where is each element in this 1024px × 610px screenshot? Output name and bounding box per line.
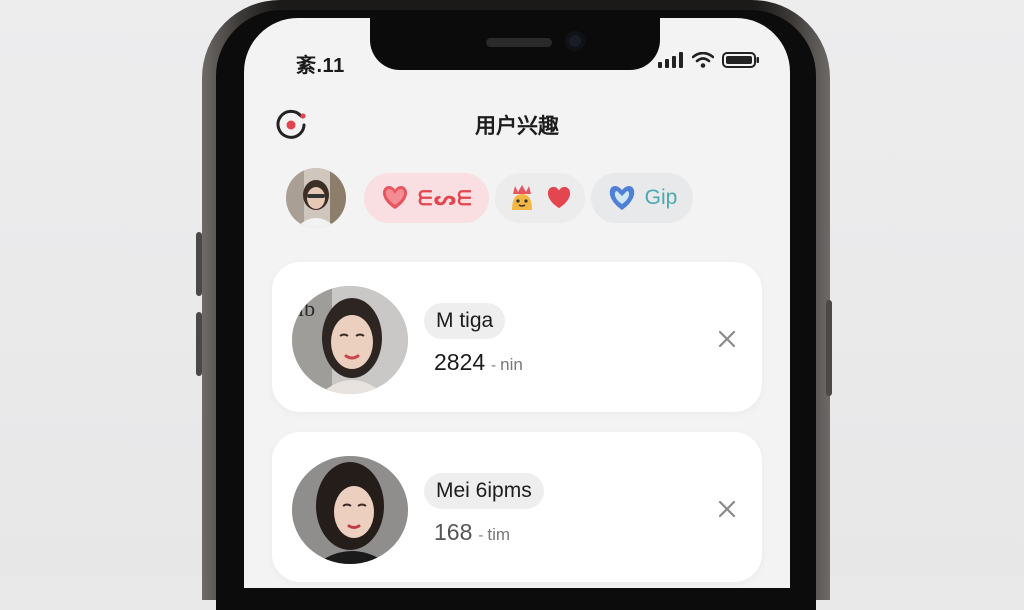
- speaker-grille: [486, 38, 552, 47]
- dismiss-button[interactable]: [712, 494, 742, 524]
- profile-stat-unit: nin: [500, 355, 523, 374]
- svg-text:lb: lb: [298, 296, 315, 321]
- interest-chip-gip[interactable]: Gip: [590, 173, 694, 223]
- status-time: 紊.11: [296, 55, 345, 77]
- profile-stat-separator: -: [478, 527, 484, 544]
- status-icons: [658, 51, 760, 69]
- interest-chip-mascot[interactable]: [494, 173, 585, 223]
- mascot-icon: [511, 185, 532, 210]
- notch: [370, 18, 660, 70]
- interest-chip-label: ᗴᔕᗴ: [418, 187, 473, 210]
- power-button: [826, 300, 832, 396]
- volume-button-2: [196, 312, 202, 376]
- heart-icon: [382, 186, 408, 209]
- user-avatar[interactable]: [286, 168, 346, 228]
- profile-stat-separator: -: [491, 357, 497, 374]
- profile-avatar[interactable]: lb: [292, 286, 408, 394]
- profile-stat: 2824- nin: [434, 349, 523, 376]
- profile-name: M tiga: [424, 303, 506, 339]
- profile-name: Mei 6ipms: [424, 473, 544, 509]
- dismiss-button[interactable]: [712, 324, 742, 354]
- profile-photo: lb: [292, 286, 408, 394]
- phone-screen: 紊.11 用户兴趣 ᗴᔕᗴ Gip lb M tiga 2824 - nin M…: [244, 18, 790, 588]
- profile-photo: [292, 456, 408, 564]
- heart-shield-icon: [609, 186, 634, 210]
- profile-stat-value: 168: [434, 519, 473, 545]
- wifi-icon: [692, 52, 714, 68]
- signal-icon: [658, 52, 683, 68]
- profile-stat: 168- tim: [434, 519, 510, 546]
- interest-chip-row: ᗴᔕᗴ Gip: [286, 168, 699, 228]
- close-icon: [718, 500, 736, 518]
- front-camera: [565, 31, 585, 51]
- interest-chip-label: Gip: [644, 186, 678, 209]
- heart-icon: [547, 186, 570, 209]
- profile-card[interactable]: lb M tiga 2824- nin: [272, 262, 762, 412]
- profile-avatar[interactable]: [292, 456, 408, 564]
- profile-stat-unit: tim: [487, 525, 511, 544]
- user-avatar-image: [286, 168, 346, 228]
- volume-button: [196, 232, 202, 296]
- battery-icon: [722, 52, 759, 68]
- profile-card[interactable]: Mei 6ipms 168- tim: [272, 432, 762, 582]
- close-icon: [718, 330, 736, 348]
- page-title: 用户兴趣: [475, 115, 559, 138]
- interest-chip-love[interactable]: ᗴᔕᗴ: [364, 173, 489, 223]
- profile-stat-value: 2824: [434, 349, 486, 375]
